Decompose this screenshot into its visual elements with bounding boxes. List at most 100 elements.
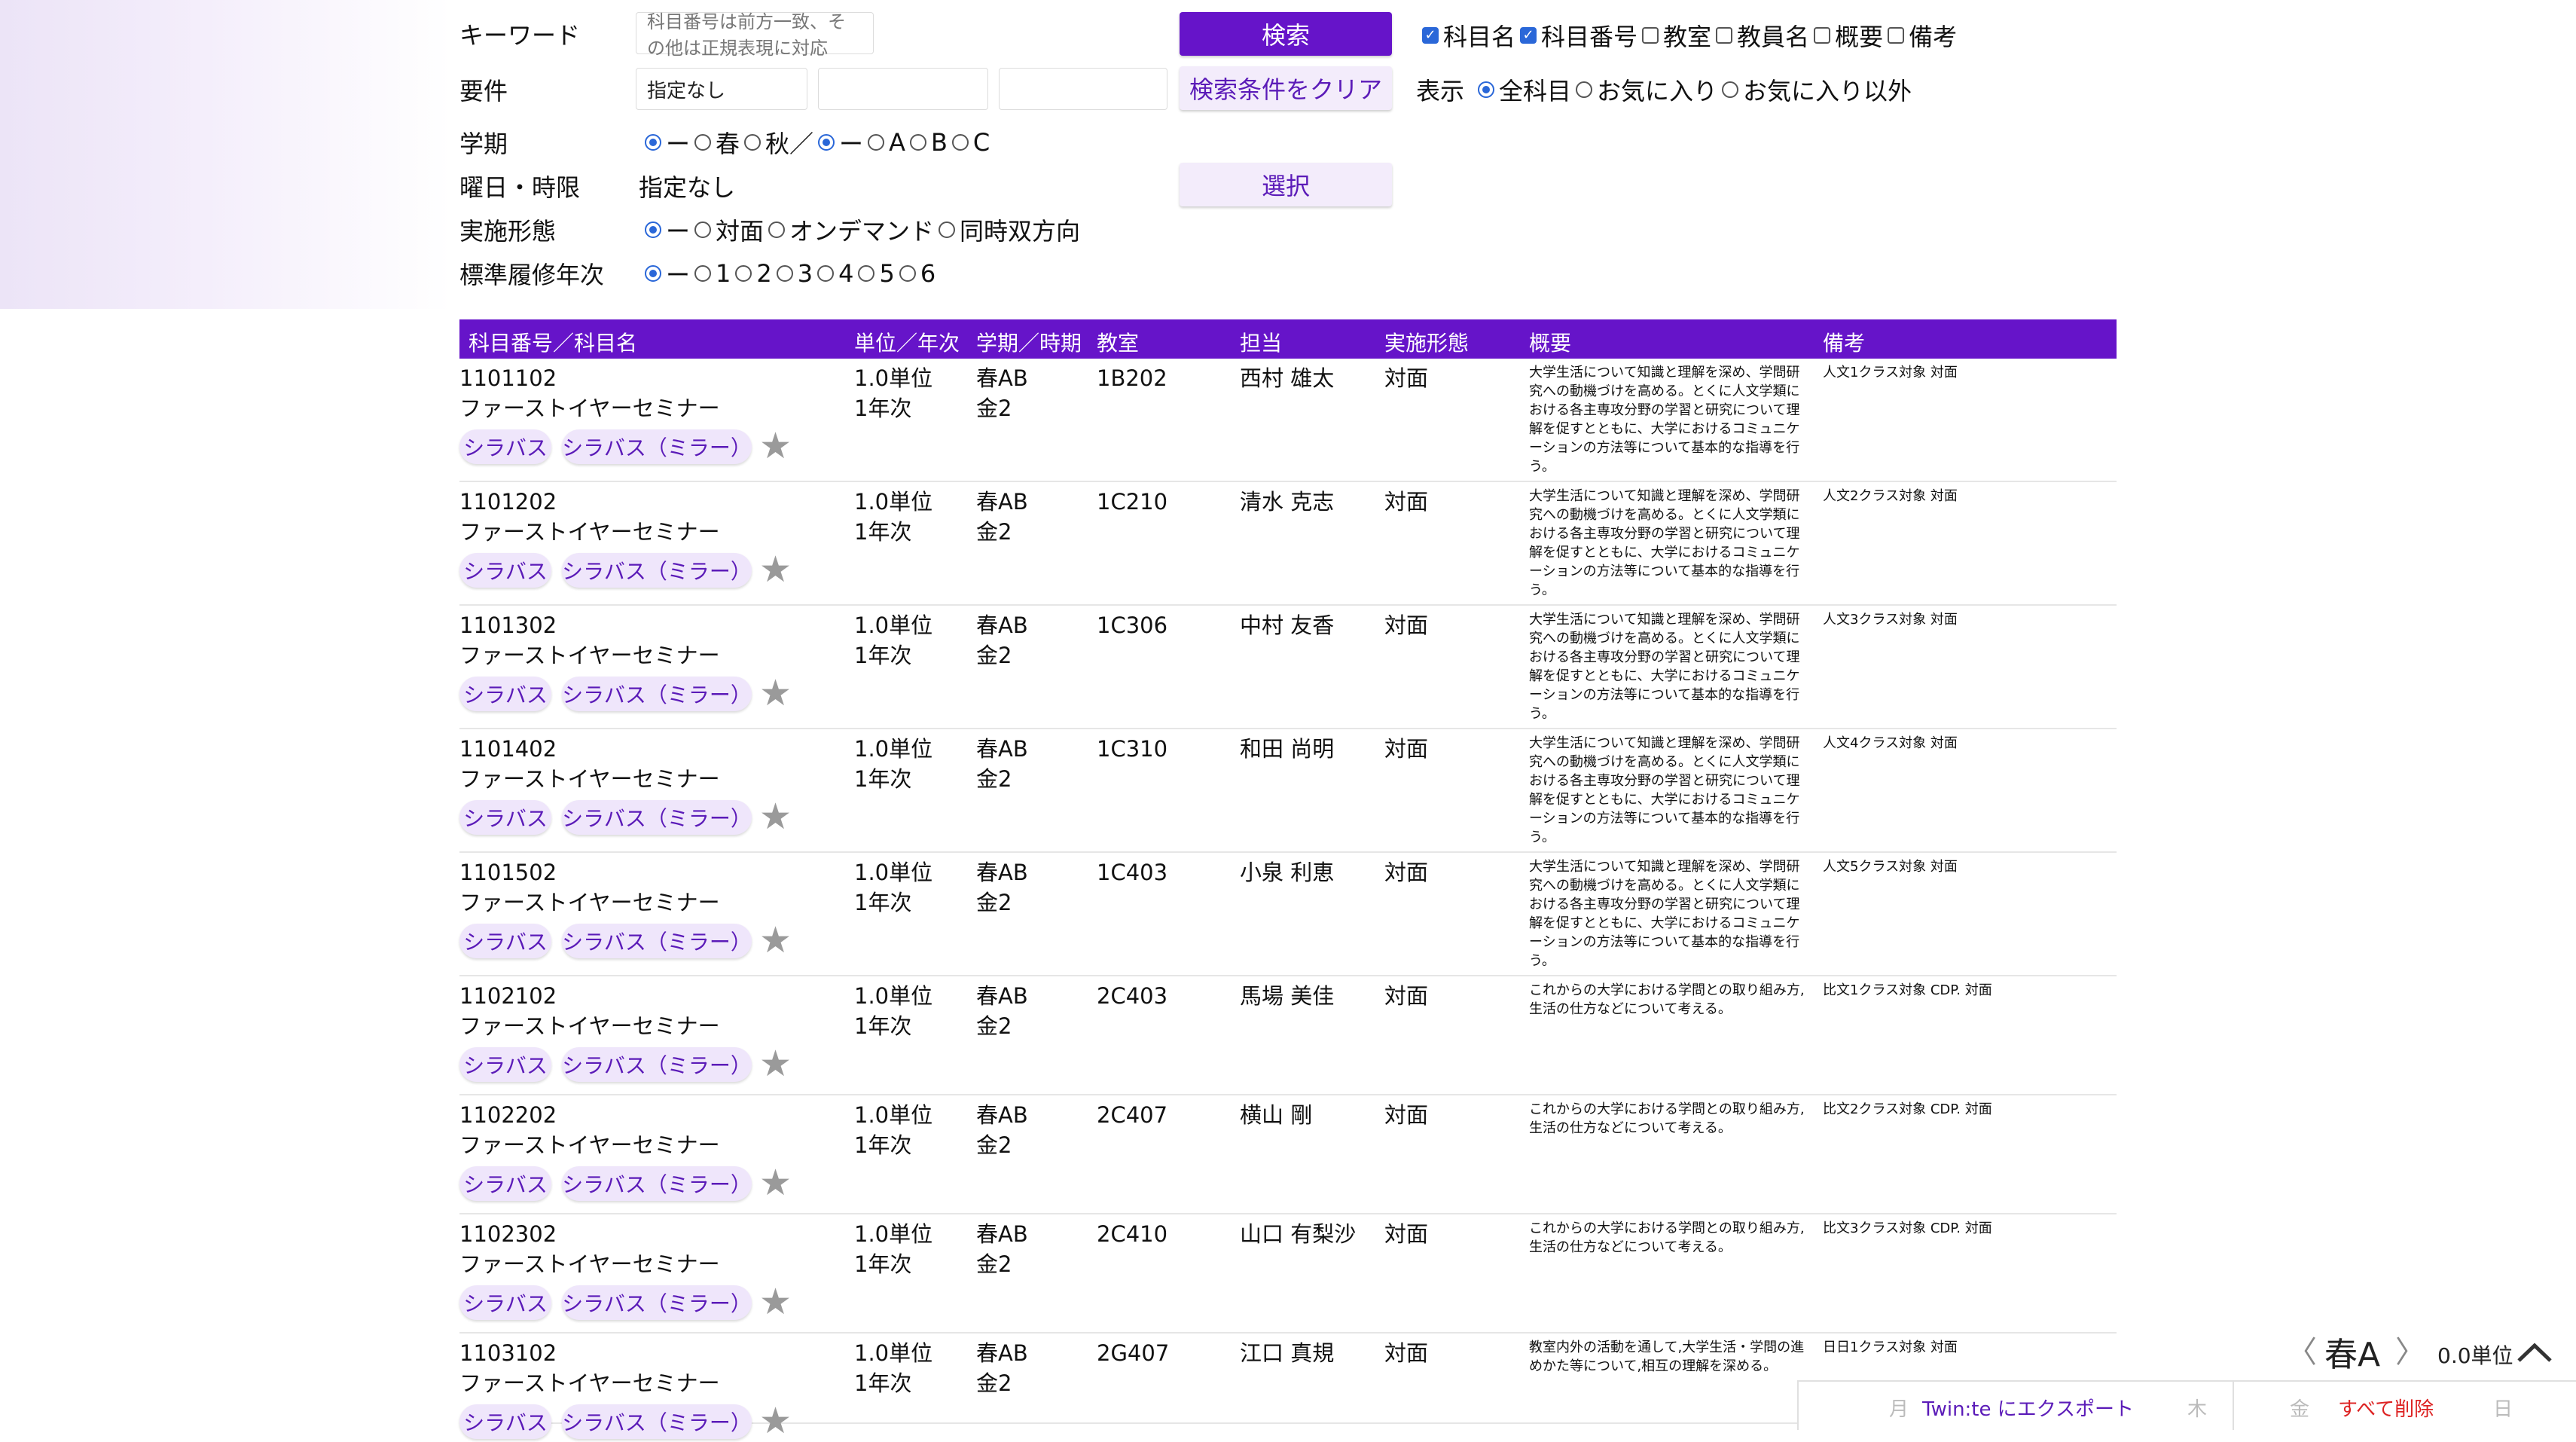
syllabus-mirror-button[interactable]: シラバス（ミラー） [562, 1404, 752, 1439]
syllabus-mirror-button[interactable]: シラバス（ミラー） [562, 1166, 752, 1201]
favorite-star-icon[interactable]: ★ [759, 922, 792, 958]
radio-icon[interactable] [744, 134, 762, 151]
term-season-radio-0[interactable]: ー [645, 125, 690, 160]
term-module-radio-2[interactable]: B [909, 128, 948, 157]
year-radio-0[interactable]: ー [645, 256, 690, 291]
checkbox-icon[interactable]: ✓ [1422, 27, 1439, 44]
radio-icon[interactable] [645, 221, 661, 238]
radio-icon[interactable] [1576, 81, 1593, 98]
syllabus-button[interactable]: シラバス [459, 924, 551, 958]
favorite-star-icon[interactable]: ★ [759, 551, 792, 588]
display-label: 表示 [1416, 77, 1465, 105]
delete-all-button[interactable]: すべて削除 [2338, 1394, 2434, 1422]
radio-icon[interactable] [735, 265, 752, 282]
target-checkbox-2[interactable]: 教室 [1642, 18, 1711, 53]
year-radio-1[interactable]: 1 [694, 259, 731, 288]
term-module-radio-0[interactable]: ー [818, 125, 863, 160]
chevron-up-icon[interactable] [2516, 1341, 2553, 1364]
keyword-input[interactable]: 科目番号は前方一致、その他は正規表現に対応 [636, 11, 874, 59]
syllabus-button[interactable]: シラバス [459, 800, 551, 835]
course-format: 対面 [1384, 365, 1429, 391]
radio-icon[interactable] [1722, 81, 1739, 98]
syllabus-mirror-button[interactable]: シラバス（ミラー） [562, 553, 752, 588]
format-radio-1-label: 対面 [716, 217, 765, 246]
radio-icon[interactable] [694, 265, 712, 282]
export-twinte-link[interactable]: Twin:te にエクスポート [1922, 1394, 2134, 1422]
format-radio-1[interactable]: 対面 [694, 212, 764, 247]
syllabus-button[interactable]: シラバス [459, 1285, 551, 1320]
radio-icon[interactable] [645, 265, 661, 282]
select-day-period-button[interactable]: 選択 [1180, 163, 1392, 206]
format-radio-2[interactable]: オンデマンド [768, 212, 934, 247]
favorite-star-icon[interactable]: ★ [759, 799, 792, 835]
syllabus-mirror-button[interactable]: シラバス（ミラー） [562, 429, 752, 464]
year-radio-4[interactable]: 4 [817, 259, 853, 288]
target-checkbox-1[interactable]: ✓ 科目番号 [1520, 18, 1637, 53]
favorite-star-icon[interactable]: ★ [759, 1046, 792, 1082]
term-module-radio-1[interactable]: A [868, 128, 905, 157]
term-season-radio-1[interactable]: 春 [694, 125, 740, 160]
search-button[interactable]: 検索 [1180, 12, 1392, 56]
format-radio-0-label: ー [666, 217, 691, 246]
radio-icon[interactable] [868, 134, 885, 151]
favorite-star-icon[interactable]: ★ [759, 675, 792, 711]
radio-icon[interactable] [817, 265, 835, 282]
syllabus-mirror-button[interactable]: シラバス（ミラー） [562, 1285, 752, 1320]
radio-icon[interactable] [951, 134, 969, 151]
requirement-select-3[interactable] [999, 68, 1167, 110]
format-radio-0[interactable]: ー [645, 212, 690, 247]
favorite-star-icon[interactable]: ★ [759, 1284, 792, 1320]
format-radio-3[interactable]: 同時双方向 [939, 212, 1080, 247]
display-radio-1[interactable]: お気に入り [1576, 72, 1717, 107]
radio-icon[interactable] [909, 134, 926, 151]
favorite-star-icon[interactable]: ★ [759, 428, 792, 464]
requirement-select-2[interactable] [818, 68, 988, 110]
target-checkbox-4[interactable]: 概要 [1814, 18, 1883, 53]
timetable-credits: 0.0単位 [2437, 1343, 2513, 1368]
radio-icon[interactable] [768, 221, 786, 238]
display-radio-2[interactable]: お気に入り以外 [1722, 72, 1912, 107]
syllabus-mirror-button[interactable]: シラバス（ミラー） [562, 677, 752, 711]
display-radio-0[interactable]: 全科目 [1478, 72, 1571, 107]
syllabus-mirror-button[interactable]: シラバス（ミラー） [562, 800, 752, 835]
checkbox-icon[interactable]: ✓ [1520, 27, 1537, 44]
favorite-star-icon[interactable]: ★ [759, 1403, 792, 1439]
syllabus-button[interactable]: シラバス [459, 1166, 551, 1201]
course-format: 対面 [1384, 489, 1429, 515]
syllabus-mirror-button[interactable]: シラバス（ミラー） [562, 924, 752, 958]
year-radio-3[interactable]: 3 [776, 259, 813, 288]
target-checkbox-0[interactable]: ✓ 科目名 [1422, 18, 1515, 53]
radio-icon[interactable] [694, 134, 712, 151]
term-module-radio-3[interactable]: C [951, 128, 990, 157]
syllabus-button[interactable]: シラバス [459, 553, 551, 588]
prev-term-icon[interactable]: 〈 [2287, 1327, 2317, 1371]
requirement-select-1[interactable]: 指定なし [636, 68, 807, 110]
syllabus-mirror-button[interactable]: シラバス（ミラー） [562, 1047, 752, 1082]
radio-icon[interactable] [858, 265, 875, 282]
radio-icon[interactable] [818, 134, 835, 151]
year-radio-6[interactable]: 6 [899, 259, 935, 288]
next-term-icon[interactable]: 〉 [2395, 1327, 2425, 1371]
checkbox-icon[interactable] [1814, 27, 1831, 44]
target-checkbox-5[interactable]: 備考 [1888, 18, 1957, 53]
checkbox-icon[interactable] [1888, 27, 1905, 44]
checkbox-icon[interactable] [1716, 27, 1733, 44]
syllabus-button[interactable]: シラバス [459, 1404, 551, 1439]
radio-icon[interactable] [645, 134, 661, 151]
radio-icon[interactable] [694, 221, 712, 238]
radio-icon[interactable] [1478, 81, 1494, 98]
radio-icon[interactable] [939, 221, 956, 238]
radio-icon[interactable] [776, 265, 793, 282]
radio-icon[interactable] [899, 265, 916, 282]
clear-search-button[interactable]: 検索条件をクリア [1180, 66, 1392, 110]
syllabus-button[interactable]: シラバス [459, 429, 551, 464]
checkbox-icon[interactable] [1642, 27, 1659, 44]
year-radio-2[interactable]: 2 [735, 259, 772, 288]
target-checkbox-3[interactable]: 教員名 [1716, 18, 1809, 53]
favorite-star-icon[interactable]: ★ [759, 1165, 792, 1201]
syllabus-button[interactable]: シラバス [459, 1047, 551, 1082]
format-radio-2-label: オンデマンド [789, 217, 935, 246]
term-season-radio-2[interactable]: 秋／ [744, 125, 813, 160]
year-radio-5[interactable]: 5 [858, 259, 895, 288]
syllabus-button[interactable]: シラバス [459, 677, 551, 711]
